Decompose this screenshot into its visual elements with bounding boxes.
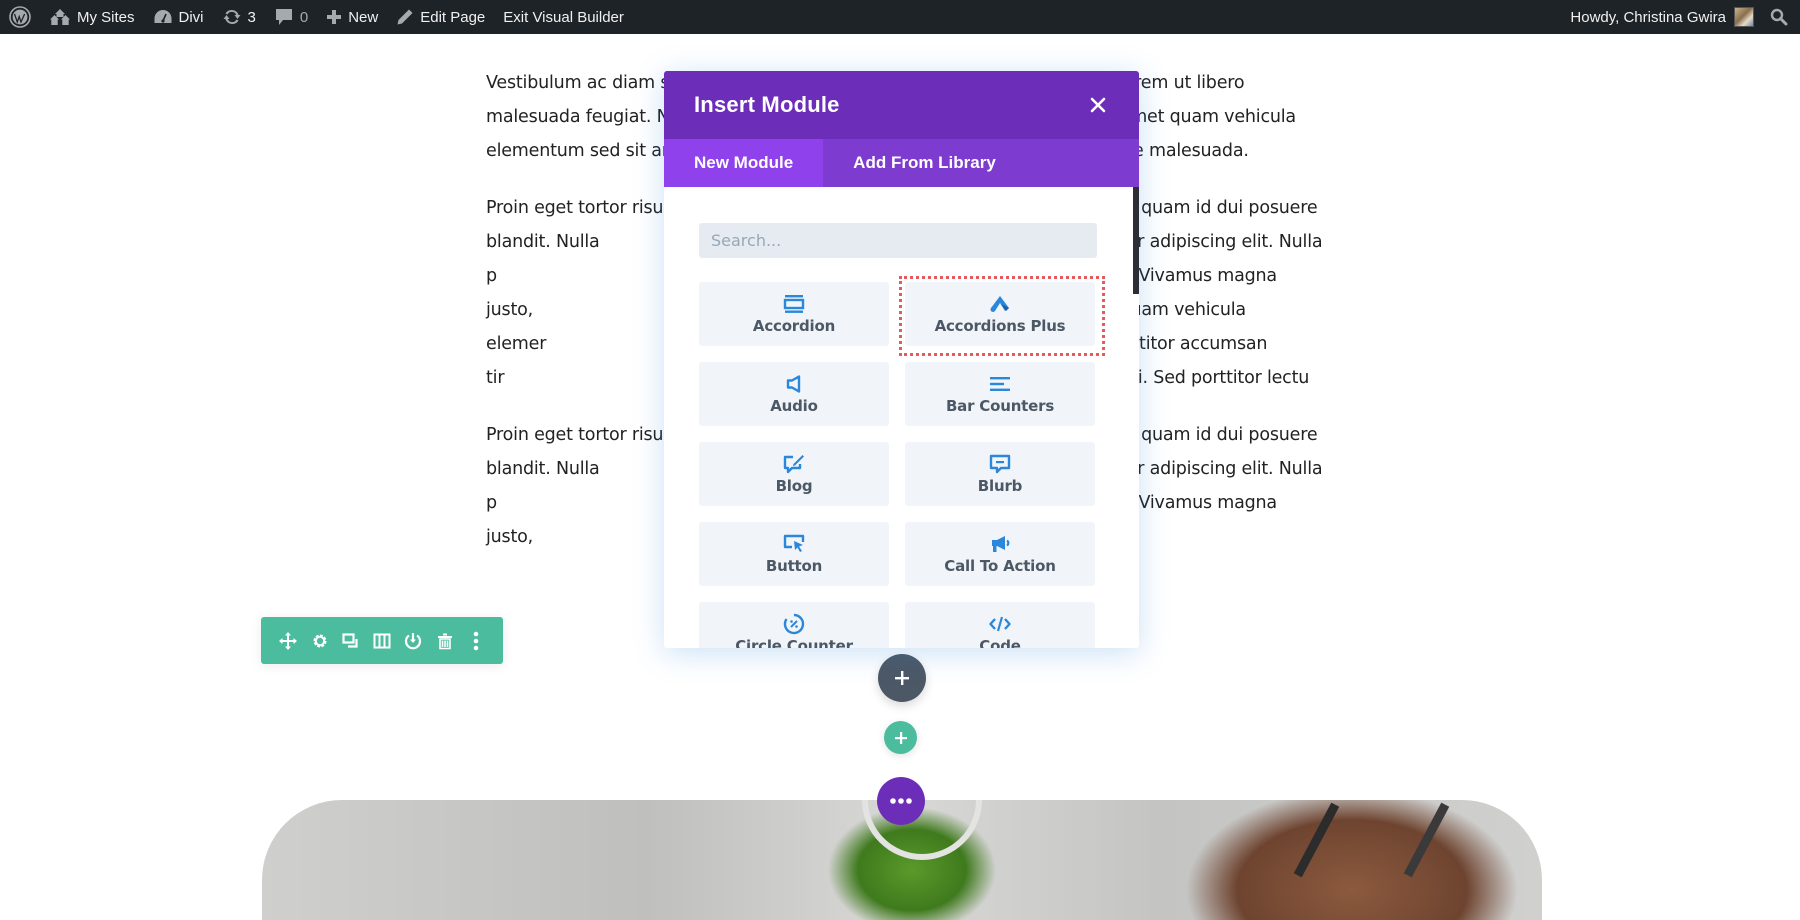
comments-menu[interactable]: 0	[265, 0, 317, 34]
my-sites-label: My Sites	[77, 8, 135, 26]
blurb-icon	[989, 453, 1011, 475]
row-toolbar	[261, 617, 503, 664]
section-options-button[interactable]	[877, 777, 925, 825]
plus-icon	[326, 9, 342, 25]
gear-icon	[311, 632, 329, 650]
module-label: Circle Counter	[735, 637, 853, 648]
greeting-text: Howdy, Christina Gwira	[1570, 8, 1726, 26]
module-bar-counters[interactable]: Bar Counters	[905, 362, 1095, 426]
call-to-action-icon	[989, 533, 1011, 555]
new-label: New	[348, 8, 379, 26]
save-icon	[404, 632, 422, 650]
chopstick-graphic	[1293, 802, 1340, 878]
button-icon	[783, 533, 805, 555]
module-circle-counter[interactable]: Circle Counter	[699, 602, 889, 648]
trash-icon	[436, 632, 454, 650]
blog-icon	[783, 453, 805, 475]
modal-tabs: New Module Add From Library	[664, 139, 1139, 187]
my-sites-icon	[49, 8, 71, 26]
updates-menu[interactable]: 3	[213, 0, 265, 34]
plus-icon	[895, 671, 909, 685]
duplicate-icon	[342, 632, 360, 650]
save-to-library-button[interactable]	[401, 629, 425, 653]
search-icon	[1770, 8, 1788, 26]
change-columns-button[interactable]	[370, 629, 394, 653]
comments-icon	[274, 7, 294, 27]
plus-icon	[894, 731, 907, 744]
updates-count: 3	[247, 8, 256, 26]
module-code[interactable]: Code	[905, 602, 1095, 648]
more-options-button[interactable]	[464, 629, 488, 653]
wp-logo-menu[interactable]	[0, 0, 40, 34]
wordpress-logo-icon	[9, 6, 31, 28]
wp-admin-bar: My Sites Divi 3 0 New Edit Page Exit Vis…	[0, 0, 1800, 34]
account-menu[interactable]: Howdy, Christina Gwira	[1561, 0, 1760, 34]
add-row-button[interactable]	[884, 721, 917, 754]
tab-add-from-library[interactable]: Add From Library	[823, 139, 1026, 187]
module-blog[interactable]: Blog	[699, 442, 889, 506]
module-accordions-plus[interactable]: Accordions Plus	[899, 276, 1105, 356]
avatar	[1734, 7, 1754, 27]
accordions-plus-icon	[989, 293, 1011, 315]
row-settings-button[interactable]	[308, 629, 332, 653]
divi-dashboard-icon	[153, 8, 173, 26]
my-sites-menu[interactable]: My Sites	[40, 0, 144, 34]
move-icon	[279, 631, 298, 650]
divi-menu[interactable]: Divi	[144, 0, 213, 34]
module-label: Blog	[775, 477, 813, 495]
module-label: Blurb	[977, 477, 1023, 495]
audio-icon	[785, 373, 803, 395]
module-blurb[interactable]: Blurb	[905, 442, 1095, 506]
edit-page-menu[interactable]: Edit Page	[387, 0, 494, 34]
duplicate-row-button[interactable]	[339, 629, 363, 653]
move-row-button[interactable]	[276, 629, 300, 653]
module-grid: Accordion Accordions Plus Audio Bar Coun…	[699, 276, 1105, 648]
module-label: Bar Counters	[945, 397, 1055, 415]
comments-count: 0	[299, 8, 309, 26]
modal-header: Insert Module	[664, 71, 1139, 139]
insert-module-modal: Insert Module New Module Add From Librar…	[664, 71, 1139, 648]
new-content-menu[interactable]: New	[317, 0, 387, 34]
code-icon	[989, 613, 1011, 635]
tab-new-module[interactable]: New Module	[664, 139, 824, 187]
module-button[interactable]: Button	[699, 522, 889, 586]
accordion-icon	[783, 293, 805, 315]
chopstick-graphic	[1403, 802, 1450, 878]
module-label: Button	[765, 557, 823, 575]
module-label: Code	[979, 637, 1021, 648]
module-call-to-action[interactable]: Call To Action	[905, 522, 1095, 586]
updates-icon	[222, 7, 242, 27]
circle-counter-icon	[783, 613, 805, 635]
module-audio[interactable]: Audio	[699, 362, 889, 426]
divi-label: Divi	[178, 8, 204, 26]
more-vertical-icon	[472, 631, 480, 651]
module-label: Call To Action	[944, 557, 1056, 575]
module-label: Accordions Plus	[934, 317, 1066, 335]
bar-counters-icon	[989, 373, 1011, 395]
modal-body: Accordion Accordions Plus Audio Bar Coun…	[664, 187, 1139, 648]
delete-row-button[interactable]	[433, 629, 457, 653]
module-label: Accordion	[752, 317, 836, 335]
modal-title: Insert Module	[694, 92, 840, 117]
exit-visual-builder-link[interactable]: Exit Visual Builder	[494, 0, 633, 34]
edit-page-label: Edit Page	[420, 8, 486, 26]
exit-visual-builder-label: Exit Visual Builder	[503, 8, 624, 26]
module-label: Audio	[770, 397, 818, 415]
close-icon	[1090, 97, 1106, 113]
module-accordion[interactable]: Accordion	[699, 282, 889, 346]
add-module-button[interactable]	[878, 654, 926, 702]
modal-scrollbar[interactable]	[1133, 187, 1139, 294]
module-search-input[interactable]	[699, 223, 1097, 258]
search-toggle[interactable]	[1760, 0, 1800, 34]
close-modal-button[interactable]	[1087, 94, 1109, 116]
pencil-icon	[396, 8, 414, 26]
columns-icon	[373, 632, 391, 650]
more-horizontal-icon	[889, 797, 913, 805]
